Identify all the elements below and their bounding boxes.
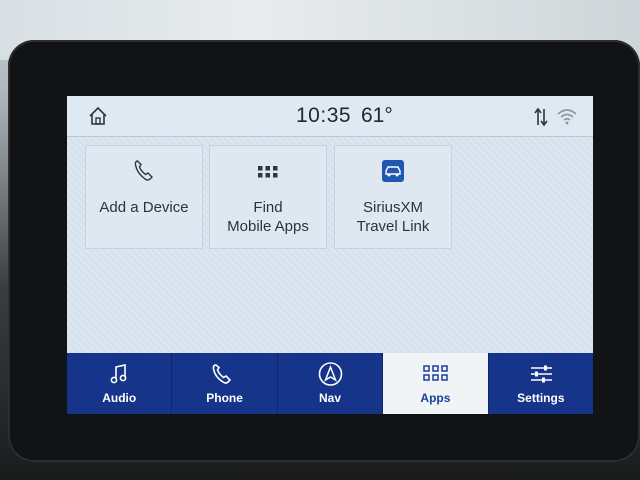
nav-label: Audio <box>102 391 137 405</box>
home-icon[interactable] <box>87 105 109 127</box>
navigation-icon <box>318 362 343 386</box>
nav-label: Apps <box>420 391 451 405</box>
data-sync-icon <box>534 107 548 127</box>
phone-icon <box>134 160 153 181</box>
nav-label: Settings <box>517 391 565 405</box>
outside-temperature: 61° <box>361 104 393 127</box>
bottom-nav-bar: Audio Phone Nav Apps Settings <box>67 353 593 414</box>
car-icon <box>382 160 404 182</box>
app-tile-add-device[interactable]: Add a Device <box>85 145 203 249</box>
nav-phone-button[interactable]: Phone <box>172 353 278 414</box>
phone-icon <box>213 364 232 384</box>
nav-audio-button[interactable]: Audio <box>67 353 173 414</box>
wifi-icon <box>557 109 577 125</box>
apps-grid: Add a Device Find Mobile Apps SiriusXM T… <box>67 137 593 353</box>
infotainment-screen: 10:35 61° Add a Device Find Mobile Apps … <box>67 96 593 414</box>
status-bar: 10:35 61° <box>67 96 593 137</box>
nav-label: Nav <box>319 391 342 405</box>
app-tile-label: Add a Device <box>99 199 189 216</box>
grid-icon <box>258 166 278 178</box>
nav-apps-button[interactable]: Apps <box>383 353 489 414</box>
app-tile-label-2: Mobile Apps <box>227 218 309 235</box>
music-note-icon <box>110 364 127 384</box>
nav-label: Phone <box>206 391 243 405</box>
app-tile-label-2: Travel Link <box>356 218 430 235</box>
apps-grid-icon <box>423 365 448 381</box>
nav-navigation-button[interactable]: Nav <box>278 353 384 414</box>
sliders-icon <box>530 365 552 383</box>
nav-settings-button[interactable]: Settings <box>489 353 593 414</box>
app-tile-find-mobile-apps[interactable]: Find Mobile Apps <box>209 145 327 249</box>
clock: 10:35 <box>296 104 352 127</box>
app-tile-siriusxm-travel-link[interactable]: SiriusXM Travel Link <box>334 145 452 249</box>
app-tile-label: Find <box>253 199 283 216</box>
app-tile-label: SiriusXM <box>362 199 423 216</box>
